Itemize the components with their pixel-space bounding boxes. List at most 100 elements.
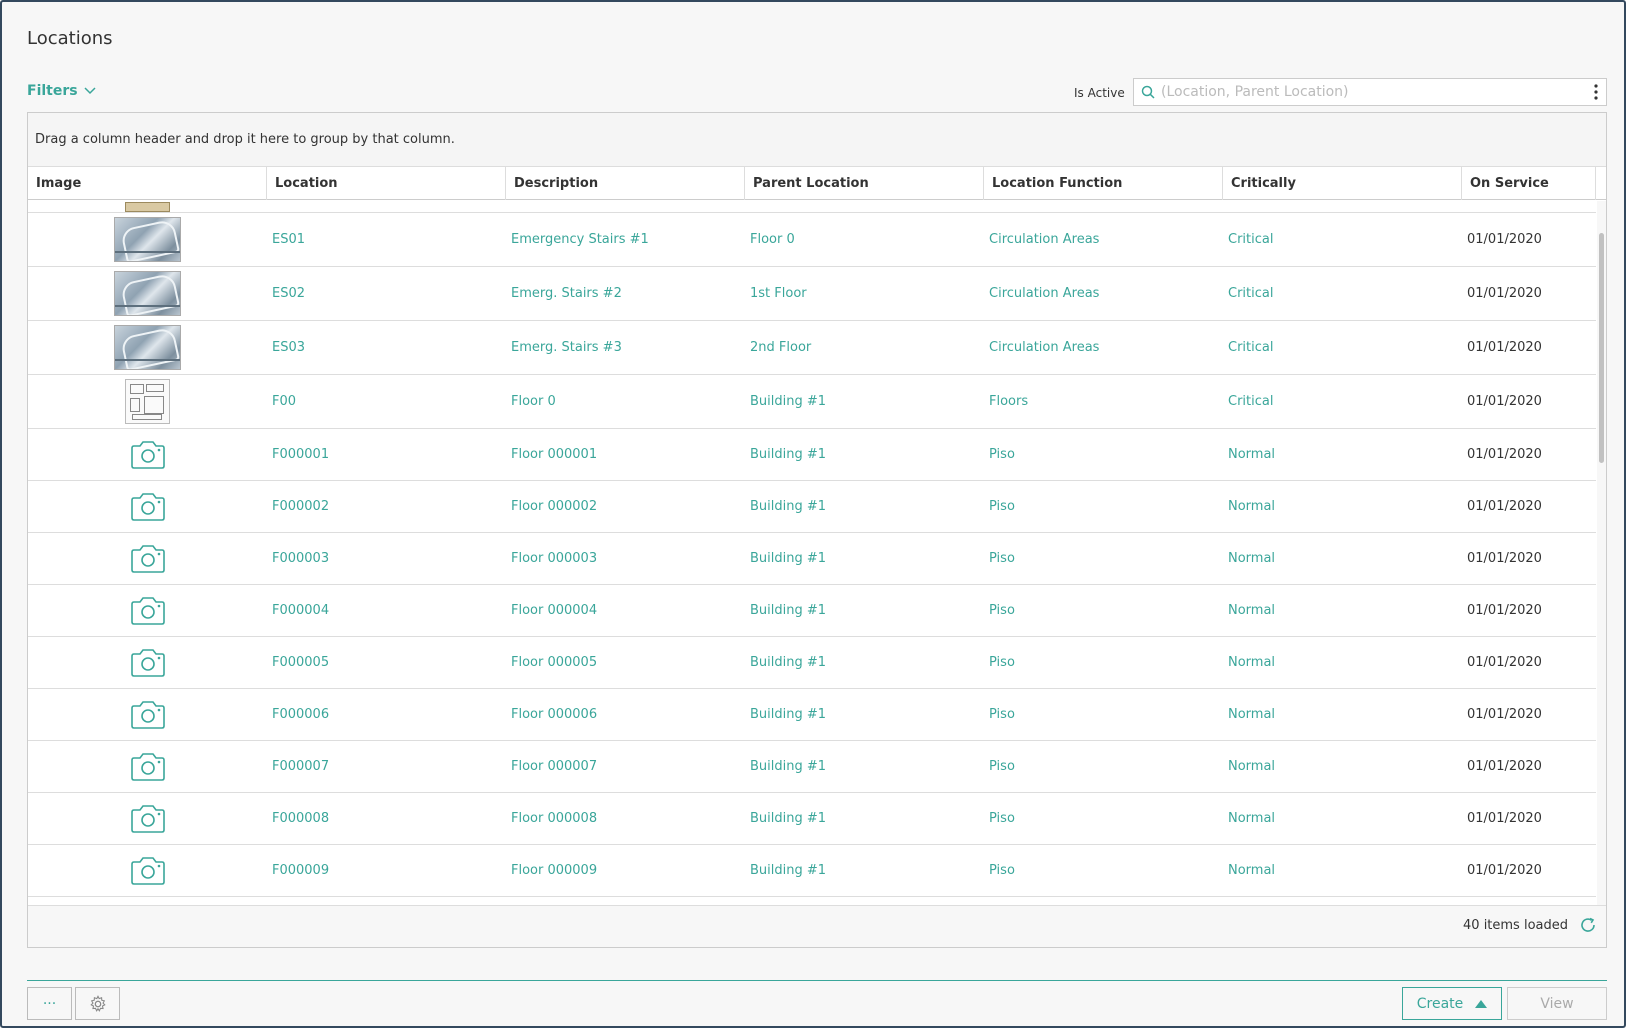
view-button[interactable]: View <box>1507 987 1607 1020</box>
refresh-icon[interactable] <box>1579 916 1597 934</box>
criticality-cell[interactable]: Normal <box>1223 863 1462 878</box>
description-cell[interactable]: Floor 000002 <box>506 499 745 514</box>
criticality-cell[interactable]: Normal <box>1223 811 1462 826</box>
location-function-cell[interactable]: Circulation Areas <box>984 286 1223 301</box>
table-row-partial[interactable] <box>28 201 1596 213</box>
table-row[interactable]: F000001 Floor 000001 Building #1 Piso Normal… <box>28 429 1596 481</box>
description-cell[interactable]: Floor 000005 <box>506 655 745 670</box>
location-function-cell[interactable]: Piso <box>984 863 1223 878</box>
criticality-cell[interactable]: Normal <box>1223 499 1462 514</box>
table-row[interactable]: F000002 Floor 000002 Building #1 Piso Normal… <box>28 481 1596 533</box>
image-cell[interactable] <box>28 699 267 731</box>
create-button[interactable]: Create <box>1402 987 1502 1020</box>
location-cell[interactable]: F000009 <box>267 863 506 878</box>
location-cell[interactable]: ES02 <box>267 286 506 301</box>
description-cell[interactable]: Floor 000003 <box>506 551 745 566</box>
criticality-cell[interactable]: Normal <box>1223 551 1462 566</box>
location-cell[interactable]: F000003 <box>267 551 506 566</box>
parent-location-cell[interactable]: Building #1 <box>745 759 984 774</box>
parent-location-cell[interactable]: Building #1 <box>745 499 984 514</box>
column-header-on-service[interactable]: On Service <box>1462 167 1596 200</box>
column-header-critically[interactable]: Critically <box>1223 167 1462 200</box>
scrollbar-thumb[interactable] <box>1599 233 1604 463</box>
parent-location-cell[interactable]: Building #1 <box>745 863 984 878</box>
parent-location-cell[interactable]: Floor 0 <box>745 232 984 247</box>
location-cell[interactable]: F000004 <box>267 603 506 618</box>
table-row[interactable]: ES03 Emerg. Stairs #3 2nd Floor Circulation… <box>28 321 1596 375</box>
filters-toggle[interactable]: Filters <box>27 83 96 99</box>
table-row[interactable]: ES01 Emergency Stairs #1 Floor 0 Circulatio… <box>28 213 1596 267</box>
image-cell[interactable] <box>28 855 267 887</box>
column-header-description[interactable]: Description <box>506 167 745 200</box>
parent-location-cell[interactable]: Building #1 <box>745 707 984 722</box>
column-header-location[interactable]: Location <box>267 167 506 200</box>
location-function-cell[interactable]: Piso <box>984 499 1223 514</box>
criticality-cell[interactable]: Normal <box>1223 447 1462 462</box>
table-row[interactable]: F000006 Floor 000006 Building #1 Piso Normal… <box>28 689 1596 741</box>
location-cell[interactable]: F000008 <box>267 811 506 826</box>
criticality-cell[interactable]: Critical <box>1223 394 1462 409</box>
description-cell[interactable]: Floor 000006 <box>506 707 745 722</box>
description-cell[interactable]: Floor 000001 <box>506 447 745 462</box>
kebab-menu-icon[interactable] <box>1586 80 1606 104</box>
criticality-cell[interactable]: Normal <box>1223 707 1462 722</box>
criticality-cell[interactable]: Normal <box>1223 655 1462 670</box>
image-cell[interactable] <box>28 543 267 575</box>
image-cell[interactable] <box>28 751 267 783</box>
description-cell[interactable]: Floor 000009 <box>506 863 745 878</box>
criticality-cell[interactable]: Normal <box>1223 759 1462 774</box>
description-cell[interactable]: Emergency Stairs #1 <box>506 232 745 247</box>
location-cell[interactable]: F000001 <box>267 447 506 462</box>
location-function-cell[interactable]: Piso <box>984 447 1223 462</box>
location-function-cell[interactable]: Floors <box>984 394 1223 409</box>
parent-location-cell[interactable]: Building #1 <box>745 447 984 462</box>
image-cell[interactable] <box>28 595 267 627</box>
image-cell[interactable] <box>28 491 267 523</box>
image-cell[interactable] <box>28 803 267 835</box>
image-cell[interactable] <box>28 325 267 370</box>
table-row[interactable]: F000009 Floor 000009 Building #1 Piso Normal… <box>28 845 1596 897</box>
image-cell[interactable] <box>28 217 267 262</box>
column-header-location-function[interactable]: Location Function <box>984 167 1223 200</box>
location-cell[interactable]: ES01 <box>267 232 506 247</box>
table-row[interactable]: F000008 Floor 000008 Building #1 Piso Normal… <box>28 793 1596 845</box>
location-cell[interactable]: F000002 <box>267 499 506 514</box>
description-cell[interactable]: Emerg. Stairs #3 <box>506 340 745 355</box>
column-header-image[interactable]: Image <box>28 167 267 200</box>
description-cell[interactable]: Emerg. Stairs #2 <box>506 286 745 301</box>
location-cell[interactable]: F000007 <box>267 759 506 774</box>
location-function-cell[interactable]: Circulation Areas <box>984 340 1223 355</box>
parent-location-cell[interactable]: Building #1 <box>745 811 984 826</box>
image-cell[interactable] <box>28 379 267 424</box>
image-cell[interactable] <box>28 271 267 316</box>
location-cell[interactable]: ES03 <box>267 340 506 355</box>
parent-location-cell[interactable]: Building #1 <box>745 394 984 409</box>
group-by-panel[interactable]: Drag a column header and drop it here to… <box>28 113 1606 167</box>
table-row[interactable]: F000003 Floor 000003 Building #1 Piso Normal… <box>28 533 1596 585</box>
description-cell[interactable]: Floor 0 <box>506 394 745 409</box>
location-function-cell[interactable]: Piso <box>984 707 1223 722</box>
table-row[interactable]: F000007 Floor 000007 Building #1 Piso Normal… <box>28 741 1596 793</box>
description-cell[interactable]: Floor 000007 <box>506 759 745 774</box>
image-cell[interactable] <box>28 439 267 471</box>
location-cell[interactable]: F000006 <box>267 707 506 722</box>
description-cell[interactable]: Floor 000004 <box>506 603 745 618</box>
criticality-cell[interactable]: Normal <box>1223 603 1462 618</box>
settings-button[interactable] <box>75 987 120 1020</box>
location-cell[interactable]: F000005 <box>267 655 506 670</box>
location-cell[interactable]: F00 <box>267 394 506 409</box>
location-function-cell[interactable]: Piso <box>984 655 1223 670</box>
more-button[interactable]: ··· <box>27 987 72 1020</box>
parent-location-cell[interactable]: Building #1 <box>745 603 984 618</box>
location-function-cell[interactable]: Piso <box>984 603 1223 618</box>
description-cell[interactable]: Floor 000008 <box>506 811 745 826</box>
location-function-cell[interactable]: Piso <box>984 811 1223 826</box>
table-row[interactable]: F00 Floor 0 Building #1 Floors Critical 01/01… <box>28 375 1596 429</box>
search-input[interactable] <box>1161 80 1586 104</box>
parent-location-cell[interactable]: 1st Floor <box>745 286 984 301</box>
parent-location-cell[interactable]: Building #1 <box>745 551 984 566</box>
table-row[interactable]: F000005 Floor 000005 Building #1 Piso Normal… <box>28 637 1596 689</box>
location-function-cell[interactable]: Piso <box>984 551 1223 566</box>
image-cell[interactable] <box>28 647 267 679</box>
parent-location-cell[interactable]: Building #1 <box>745 655 984 670</box>
